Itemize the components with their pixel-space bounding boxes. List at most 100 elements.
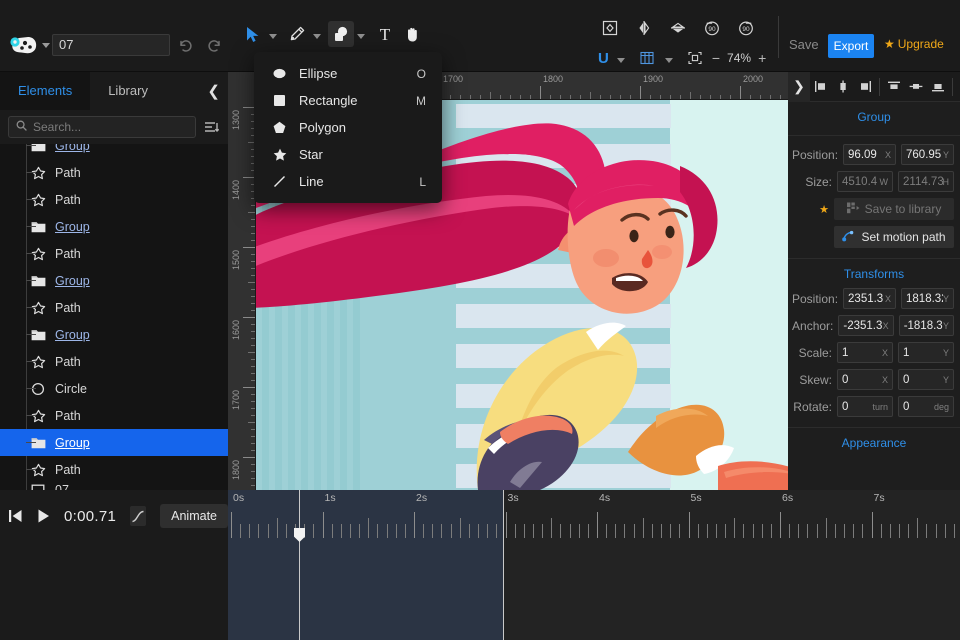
- layer-row[interactable]: Path: [0, 456, 228, 483]
- star-icon: [272, 148, 287, 161]
- group-position-x-input[interactable]: 96.09 X: [843, 144, 897, 165]
- shape-menu-item-star[interactable]: Star: [254, 141, 442, 168]
- layer-list[interactable]: Group Path Path Group Path Group Path Gr…: [0, 144, 228, 490]
- text-tool[interactable]: T: [372, 21, 398, 47]
- star-icon[interactable]: ★: [819, 203, 829, 216]
- shape-tool-chevron-down-icon[interactable]: [357, 33, 365, 39]
- undo-icon[interactable]: [176, 36, 196, 56]
- transform-x-input[interactable]: 2351.3 X: [843, 288, 897, 309]
- layer-row[interactable]: Group: [0, 144, 228, 159]
- shape-menu-item-rectangle[interactable]: Rectangle M: [254, 87, 442, 114]
- group-size-w-input[interactable]: 4510.4 W: [837, 171, 893, 192]
- animate-button[interactable]: Animate: [160, 504, 228, 528]
- layer-label: Path: [55, 165, 81, 180]
- layer-row[interactable]: Path: [0, 159, 228, 186]
- layer-row[interactable]: Path: [0, 186, 228, 213]
- fit-to-screen-icon[interactable]: [685, 48, 705, 68]
- transform-y-input[interactable]: 1818.32 Y: [901, 288, 954, 309]
- hand-tool[interactable]: [400, 21, 426, 47]
- layer-row[interactable]: Path: [0, 348, 228, 375]
- ruler-vertical[interactable]: 1300 1400 1500 1600 1700 1800: [228, 72, 256, 490]
- transform-x-input[interactable]: 1 X: [837, 342, 893, 363]
- ruler-h-minor-tick: [680, 95, 681, 99]
- layer-row-selected[interactable]: Group: [0, 429, 228, 456]
- set-motion-path-button[interactable]: Set motion path: [834, 226, 954, 248]
- units-label[interactable]: U: [598, 50, 609, 67]
- play-icon[interactable]: [37, 508, 50, 524]
- skip-to-start-icon[interactable]: [8, 508, 23, 524]
- timeline-minor-tick: [587, 524, 589, 538]
- pen-tool[interactable]: [284, 21, 310, 47]
- zoom-out-button[interactable]: −: [712, 50, 720, 66]
- timeline-ruler[interactable]: 0s1s2s3s4s5s6s7s8s: [228, 490, 960, 640]
- grid-chevron-down-icon[interactable]: [664, 57, 673, 63]
- shape-tool[interactable]: [328, 21, 354, 47]
- layer-row[interactable]: Circle: [0, 375, 228, 402]
- transform-y-input[interactable]: -1818.3 Y: [898, 315, 954, 336]
- align-center-horizontal-icon[interactable]: [832, 72, 854, 102]
- shape-menu-item-ellipse[interactable]: Ellipse O: [254, 60, 442, 87]
- pen-tool-chevron-down-icon[interactable]: [313, 33, 321, 39]
- grid-icon[interactable]: [637, 48, 657, 68]
- save-to-library-button[interactable]: Save to library: [834, 198, 954, 220]
- align-divider-2: [952, 77, 953, 96]
- ruler-h-minor-tick: [780, 95, 781, 99]
- file-name-input[interactable]: 07: [52, 34, 170, 56]
- timeline-major-tick: [414, 512, 415, 538]
- transform-x-input[interactable]: 0 X: [837, 369, 893, 390]
- tab-elements[interactable]: Elements: [0, 72, 91, 110]
- timeline-minor-tick: [761, 524, 763, 538]
- save-button[interactable]: Save: [789, 37, 819, 52]
- appearance-section-title[interactable]: Appearance: [788, 428, 960, 457]
- transform-y-input[interactable]: 1 Y: [898, 342, 954, 363]
- transform-x-input[interactable]: -2351.3 X: [838, 315, 894, 336]
- layer-row[interactable]: Path: [0, 402, 228, 429]
- transform-x-input[interactable]: 0 turn: [837, 396, 893, 417]
- search-input[interactable]: Search...: [8, 116, 196, 138]
- layer-row[interactable]: Group: [0, 321, 228, 348]
- align-middle-vertical-icon[interactable]: [905, 72, 927, 102]
- shape-dropdown-menu[interactable]: Ellipse O Rectangle M Polygon Star Line …: [254, 52, 442, 203]
- align-bottom-icon[interactable]: [927, 72, 949, 102]
- group-position-y-input[interactable]: 760.95 Y: [901, 144, 954, 165]
- transform-y-input[interactable]: 0 deg: [898, 396, 954, 417]
- layer-row[interactable]: 07: [0, 483, 228, 490]
- transform-y-input[interactable]: 0 Y: [898, 369, 954, 390]
- transform-x-value: -2351.3: [843, 319, 883, 332]
- timeline-minor-tick: [789, 524, 791, 538]
- app-logo-button[interactable]: [8, 33, 50, 57]
- shape-menu-item-polygon[interactable]: Polygon: [254, 114, 442, 141]
- sort-list-icon[interactable]: [202, 120, 220, 134]
- ruler-v-label: 1800: [231, 460, 241, 481]
- zoom-level-label[interactable]: 74%: [727, 51, 751, 65]
- easing-curve-icon[interactable]: [130, 506, 147, 526]
- redo-icon[interactable]: [204, 36, 224, 56]
- chevron-right-icon[interactable]: ❯: [788, 71, 810, 102]
- align-left-icon[interactable]: [810, 72, 832, 102]
- flip-horizontal-icon[interactable]: [634, 18, 654, 38]
- upgrade-button[interactable]: ★ Upgrade: [884, 37, 944, 51]
- zoom-in-button[interactable]: +: [758, 50, 766, 66]
- layer-row[interactable]: Path: [0, 240, 228, 267]
- crop-frame-icon[interactable]: [600, 18, 620, 38]
- align-top-icon[interactable]: [883, 72, 905, 102]
- units-chevron-down-icon[interactable]: [616, 57, 625, 63]
- timeline-minor-tick: [697, 524, 699, 538]
- rotate-ccw-90-icon[interactable]: 90: [702, 18, 722, 38]
- export-button[interactable]: Export: [828, 34, 874, 58]
- layer-row[interactable]: Path: [0, 294, 228, 321]
- flip-vertical-icon[interactable]: [668, 18, 688, 38]
- shape-menu-item-line[interactable]: Line L: [254, 168, 442, 195]
- chevron-left-icon[interactable]: ❮: [207, 82, 220, 100]
- select-tool[interactable]: [240, 21, 266, 47]
- layer-row[interactable]: Group: [0, 267, 228, 294]
- ruler-h-minor-tick: [520, 95, 521, 99]
- layer-row[interactable]: Group: [0, 213, 228, 240]
- tab-library[interactable]: Library: [90, 72, 166, 110]
- align-right-icon[interactable]: [854, 72, 876, 102]
- group-size-h-input[interactable]: 2114.73 H: [898, 171, 954, 192]
- rotate-cw-90-icon[interactable]: 90: [736, 18, 756, 38]
- select-tool-chevron-down-icon[interactable]: [269, 33, 277, 39]
- playhead-line[interactable]: [299, 490, 300, 640]
- ruler-v-label: 1400: [231, 180, 241, 201]
